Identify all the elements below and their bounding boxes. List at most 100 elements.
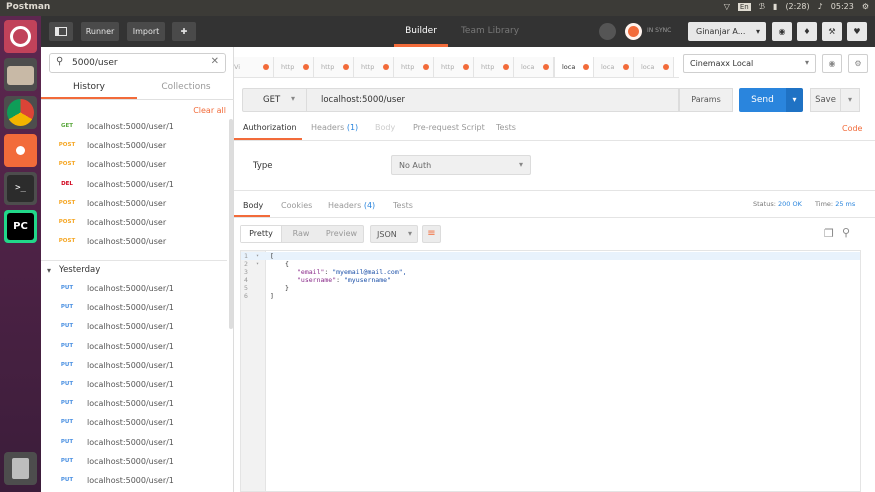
response-tab-cookies[interactable]: Cookies (281, 201, 312, 210)
request-tab[interactable]: loca (594, 57, 634, 77)
history-item[interactable]: PUT localhost:5000/user/1 (41, 413, 234, 432)
volume-icon[interactable]: ♪ (818, 2, 823, 11)
runner-button[interactable]: Runner (81, 22, 119, 41)
wrap-lines-icon[interactable]: ≡ (422, 225, 441, 243)
chrome-icon[interactable] (4, 96, 37, 129)
request-tab[interactable]: http (434, 57, 474, 77)
response-tab-headers[interactable]: Headers (4) (328, 201, 375, 210)
battery-icon[interactable]: ▮ (773, 2, 777, 11)
code-link[interactable]: Code (842, 124, 862, 133)
history-item[interactable]: POST localhost:5000/user (41, 155, 234, 174)
clear-search-icon[interactable]: ✕ (211, 56, 219, 67)
fold-arrow-icon[interactable]: ▾ (256, 252, 259, 260)
url-input[interactable]: localhost:5000/user (307, 88, 679, 112)
history-item[interactable]: PUT localhost:5000/user/1 (41, 375, 234, 394)
request-tab[interactable]: http (274, 57, 314, 77)
history-item[interactable]: PUT localhost:5000/user/1 (41, 394, 234, 413)
view-raw-button[interactable]: Raw (283, 226, 319, 242)
sync-icon[interactable] (625, 23, 642, 40)
environment-select[interactable]: Cinemaxx Local ▾ (683, 54, 816, 73)
yesterday-label[interactable]: Yesterday (59, 265, 100, 275)
history-item[interactable]: PUT localhost:5000/user/1 (41, 356, 234, 375)
request-tab[interactable]: loca (554, 57, 594, 77)
tab-body[interactable]: Body (375, 123, 395, 132)
params-button[interactable]: Params (679, 88, 733, 112)
history-item[interactable]: PUT localhost:5000/user/1 (41, 452, 234, 471)
import-button[interactable]: Import (127, 22, 165, 41)
fold-arrow-icon[interactable]: ▾ (256, 260, 259, 268)
wifi-icon[interactable]: ▽ (724, 2, 730, 11)
history-item[interactable]: GET localhost:5000/user/1 (41, 117, 234, 136)
clear-all-link[interactable]: Clear all (193, 106, 226, 115)
search-icon[interactable]: ⚲ (842, 226, 850, 239)
wrench-icon[interactable]: ⚒ (822, 22, 842, 41)
tab-headers[interactable]: Headers (1) (311, 123, 358, 132)
history-item[interactable]: POST localhost:5000/user (41, 213, 234, 232)
request-tab[interactable]: Vi (234, 57, 274, 77)
save-button[interactable]: Save (810, 88, 841, 112)
send-button[interactable]: Send (739, 88, 786, 112)
tab-authorization[interactable]: Authorization (243, 123, 297, 132)
history-item[interactable]: PUT localhost:5000/user/1 (41, 317, 234, 336)
tab-pre-request-script[interactable]: Pre-request Script (413, 123, 485, 132)
response-editor[interactable]: 1 ▾ [2 ▾ {3 "email": "myemail@mail.com", 4 "use… (240, 250, 861, 492)
heart-icon[interactable]: ♥ (847, 22, 867, 41)
tab-collections[interactable]: Collections (138, 77, 234, 99)
history-item-method: POST (58, 219, 76, 225)
copy-icon[interactable]: ❐ (824, 227, 834, 240)
bell-icon[interactable]: ♦ (797, 22, 817, 41)
history-search[interactable]: ⚲ 5000/user ✕ (49, 53, 226, 73)
history-item[interactable]: PUT localhost:5000/user/1 (41, 279, 234, 298)
pycharm-icon[interactable]: PC (4, 210, 37, 243)
history-item[interactable]: PUT localhost:5000/user/1 (41, 337, 234, 356)
keyboard-layout[interactable]: En (737, 2, 751, 11)
new-window-button[interactable]: ✚ (172, 22, 196, 41)
toggle-sidebar-button[interactable] (49, 22, 73, 41)
method-select[interactable]: GET ▾ (242, 88, 307, 112)
code-line: "email": "myemail@mail.com", (297, 268, 407, 276)
gear-icon[interactable]: ⚙ (848, 54, 868, 73)
satellite-icon[interactable] (599, 23, 616, 40)
request-tab[interactable]: http (394, 57, 434, 77)
view-preview-button[interactable]: Preview (319, 226, 364, 242)
history-item[interactable]: POST localhost:5000/user (41, 194, 234, 213)
eye-icon[interactable]: ◉ (822, 54, 842, 73)
user-menu[interactable]: Ginanjar A... ▾ (688, 22, 766, 41)
request-tab[interactable]: http (354, 57, 394, 77)
request-tab[interactable]: http (474, 57, 514, 77)
request-tab[interactable]: http (314, 57, 354, 77)
clock[interactable]: 05:23 (831, 2, 854, 11)
request-tab-label: http (441, 63, 455, 71)
request-tab-label: loca (562, 63, 576, 71)
bluetooth-icon[interactable]: ℬ (759, 2, 765, 11)
unsaved-dot-icon (463, 64, 469, 70)
tab-team-library[interactable]: Team Library (455, 16, 525, 47)
chevron-down-icon[interactable]: ▾ (47, 266, 51, 275)
request-tab[interactable]: loca (634, 57, 674, 77)
interceptor-icon[interactable]: ◉ (772, 22, 792, 41)
request-tab[interactable]: loca (514, 57, 554, 77)
view-pretty-button[interactable]: Pretty (241, 226, 282, 242)
history-item[interactable]: POST localhost:5000/user (41, 232, 234, 251)
tab-history[interactable]: History (41, 77, 137, 99)
files-icon[interactable] (4, 58, 37, 91)
tab-builder[interactable]: Builder (394, 16, 448, 47)
history-item[interactable]: POST localhost:5000/user (41, 136, 234, 155)
history-item[interactable]: PUT localhost:5000/user/1 (41, 433, 234, 452)
search-input[interactable]: 5000/user (72, 58, 118, 68)
format-select[interactable]: JSON ▾ (370, 225, 418, 243)
power-icon[interactable]: ⚙ (862, 2, 869, 11)
ubuntu-logo-icon[interactable] (4, 20, 37, 53)
save-options-chevron-icon[interactable]: ▾ (841, 88, 860, 112)
terminal-icon[interactable]: >_ (4, 172, 37, 205)
trash-icon[interactable] (4, 452, 37, 485)
tab-tests[interactable]: Tests (496, 123, 516, 132)
history-item[interactable]: PUT localhost:5000/user/1 (41, 298, 234, 317)
postman-icon[interactable] (4, 134, 37, 167)
auth-type-select[interactable]: No Auth ▾ (391, 155, 531, 175)
history-item[interactable]: PUT localhost:5000/user/1 (41, 471, 234, 490)
response-tab-body[interactable]: Body (243, 201, 263, 210)
response-tab-tests[interactable]: Tests (393, 201, 413, 210)
send-options-chevron-icon[interactable]: ▾ (786, 88, 803, 112)
history-item[interactable]: DEL localhost:5000/user/1 (41, 175, 234, 194)
